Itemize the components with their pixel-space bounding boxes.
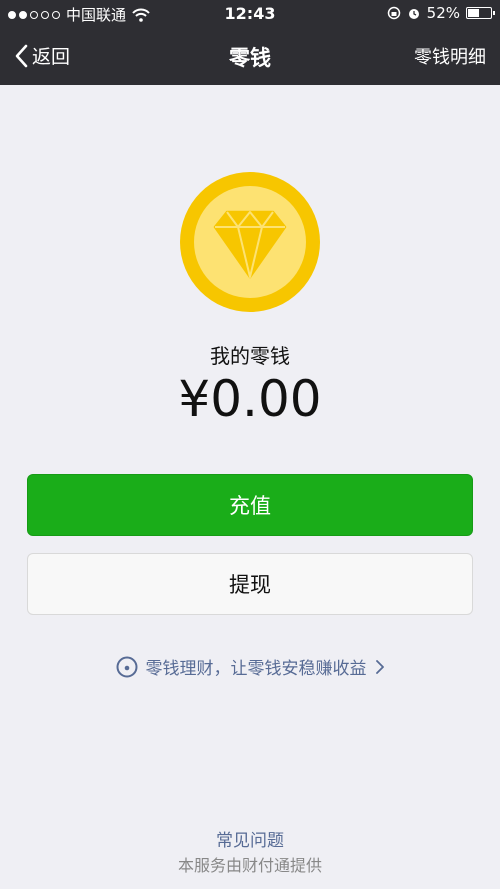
chevron-right-icon xyxy=(375,659,384,674)
wealth-promo-link[interactable]: 零钱理财，让零钱安稳赚收益 xyxy=(0,654,500,679)
wallet-balance: ¥0.00 xyxy=(178,370,322,428)
wallet-label: 我的零钱 xyxy=(210,344,290,368)
nav-bar: 返回 零钱 零钱明细 xyxy=(0,28,500,85)
alarm-icon xyxy=(408,9,419,19)
faq-link[interactable]: 常见问题 xyxy=(0,826,500,851)
status-bar: 中国联通 12:43 52% xyxy=(0,0,500,28)
recharge-button[interactable]: 充值 xyxy=(27,474,473,536)
diamond-coin-icon xyxy=(180,172,320,312)
rotation-lock-icon xyxy=(387,6,400,20)
wealth-logo-icon xyxy=(116,656,137,677)
withdraw-button[interactable]: 提现 xyxy=(27,553,473,615)
battery-fill xyxy=(468,9,480,17)
provider-note: 本服务由财付通提供 xyxy=(177,856,322,875)
transactions-link[interactable]: 零钱明细 xyxy=(414,43,486,69)
status-right: 52% xyxy=(387,4,495,22)
battery-icon xyxy=(466,7,495,19)
promo-text: 零钱理财，让零钱安稳赚收益 xyxy=(145,659,367,679)
battery-percent: 52% xyxy=(426,4,460,22)
